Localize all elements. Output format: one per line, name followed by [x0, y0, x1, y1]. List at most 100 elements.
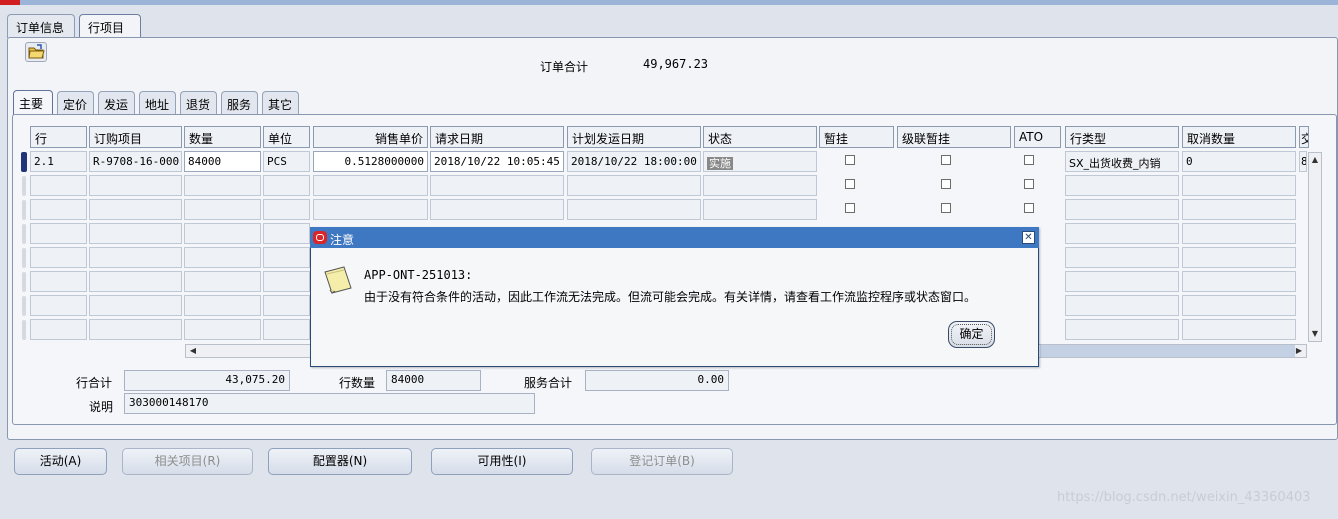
empty-cell[interactable] [184, 247, 261, 268]
empty-cell[interactable] [1065, 247, 1179, 268]
vertical-scrollbar[interactable]: ▲ ▼ [1308, 152, 1322, 342]
empty-cell[interactable] [184, 175, 261, 196]
hold-checkbox[interactable] [845, 179, 855, 189]
empty-cell[interactable] [263, 175, 310, 196]
row-selector[interactable] [22, 248, 26, 268]
activity-button[interactable]: 活动(A) [14, 448, 107, 475]
row-selector[interactable] [22, 296, 26, 316]
book-order-button[interactable]: 登记订单(B) [591, 448, 733, 475]
empty-cell[interactable] [313, 175, 428, 196]
scroll-left-icon[interactable]: ◀ [187, 345, 199, 357]
cell-uom[interactable]: PCS [263, 151, 310, 172]
tab-main[interactable]: 主要 [13, 90, 53, 115]
empty-cell[interactable] [703, 175, 817, 196]
empty-cell[interactable] [1182, 247, 1296, 268]
cell-unit-price[interactable]: 0.5128000000 [313, 151, 428, 172]
related-items-button[interactable]: 相关项目(R) [122, 448, 253, 475]
empty-cell[interactable] [30, 247, 87, 268]
empty-cell[interactable] [184, 271, 261, 292]
empty-cell[interactable] [89, 175, 182, 196]
ato-checkbox[interactable] [1024, 155, 1034, 165]
tab-pricing[interactable]: 定价 [57, 91, 94, 115]
cell-status[interactable]: 实施 [703, 151, 817, 172]
cascade-hold-checkbox[interactable] [941, 179, 951, 189]
tab-services[interactable]: 服务 [221, 91, 258, 115]
empty-cell[interactable] [1182, 271, 1296, 292]
cell-schedule-ship-date[interactable]: 2018/10/22 18:00:00 [567, 151, 701, 172]
empty-cell[interactable] [1065, 295, 1179, 316]
empty-cell[interactable] [263, 295, 310, 316]
empty-cell[interactable] [567, 175, 701, 196]
empty-cell[interactable] [263, 271, 310, 292]
horizontal-scroll-thumb[interactable] [1040, 345, 1295, 357]
configurator-button[interactable]: 配置器(N) [268, 448, 412, 475]
empty-cell[interactable] [30, 223, 87, 244]
empty-cell[interactable] [184, 223, 261, 244]
empty-cell[interactable] [89, 295, 182, 316]
description-field[interactable]: 303000148170 [124, 393, 535, 414]
empty-cell[interactable] [30, 319, 87, 340]
empty-cell[interactable] [89, 223, 182, 244]
current-row-indicator[interactable] [21, 152, 27, 172]
hold-checkbox[interactable] [845, 155, 855, 165]
empty-cell[interactable] [184, 295, 261, 316]
cascade-hold-checkbox[interactable] [941, 203, 951, 213]
tab-shipping[interactable]: 发运 [98, 91, 135, 115]
empty-cell[interactable] [430, 199, 564, 220]
cell-more[interactable]: 8 [1299, 151, 1307, 172]
empty-cell[interactable] [1065, 223, 1179, 244]
open-folder-button[interactable] [25, 42, 47, 62]
empty-cell[interactable] [263, 247, 310, 268]
empty-cell[interactable] [1182, 199, 1296, 220]
cell-line[interactable]: 2.1 [30, 151, 87, 172]
empty-cell[interactable] [30, 199, 87, 220]
line-count-field[interactable]: 84000 [386, 370, 481, 391]
availability-button[interactable]: 可用性(I) [431, 448, 573, 475]
row-selector[interactable] [22, 224, 26, 244]
empty-cell[interactable] [89, 319, 182, 340]
row-selector[interactable] [22, 200, 26, 220]
row-selector[interactable] [22, 320, 26, 340]
service-total-field[interactable]: 0.00 [585, 370, 729, 391]
empty-cell[interactable] [1182, 295, 1296, 316]
empty-cell[interactable] [1065, 319, 1179, 340]
empty-cell[interactable] [184, 319, 261, 340]
tab-address[interactable]: 地址 [139, 91, 176, 115]
cell-line-type[interactable]: SX_出货收费_内销 [1065, 151, 1179, 172]
tab-others[interactable]: 其它 [262, 91, 299, 115]
hold-checkbox[interactable] [845, 203, 855, 213]
scroll-up-icon[interactable]: ▲ [1309, 154, 1321, 166]
line-total-field[interactable]: 43,075.20 [124, 370, 290, 391]
empty-cell[interactable] [1065, 175, 1179, 196]
cascade-hold-checkbox[interactable] [941, 155, 951, 165]
tab-returns[interactable]: 退货 [180, 91, 217, 115]
empty-cell[interactable] [89, 271, 182, 292]
empty-cell[interactable] [184, 199, 261, 220]
tab-line-items[interactable]: 行项目 [79, 14, 141, 39]
cell-request-date[interactable]: 2018/10/22 10:05:45 [430, 151, 564, 172]
empty-cell[interactable] [1065, 199, 1179, 220]
cell-quantity[interactable]: 84000 [184, 151, 261, 172]
empty-cell[interactable] [30, 295, 87, 316]
empty-cell[interactable] [263, 223, 310, 244]
empty-cell[interactable] [1182, 175, 1296, 196]
empty-cell[interactable] [263, 199, 310, 220]
empty-cell[interactable] [89, 247, 182, 268]
empty-cell[interactable] [1065, 271, 1179, 292]
tab-order-info[interactable]: 订单信息 [7, 14, 75, 38]
cell-item[interactable]: R-9708-16-000 [89, 151, 182, 172]
empty-cell[interactable] [313, 199, 428, 220]
empty-cell[interactable] [567, 199, 701, 220]
ato-checkbox[interactable] [1024, 179, 1034, 189]
empty-cell[interactable] [89, 199, 182, 220]
cell-cancelled-qty[interactable]: 0 [1182, 151, 1296, 172]
ato-checkbox[interactable] [1024, 203, 1034, 213]
empty-cell[interactable] [1182, 223, 1296, 244]
row-selector[interactable] [22, 176, 26, 196]
empty-cell[interactable] [30, 271, 87, 292]
scroll-down-icon[interactable]: ▼ [1309, 328, 1321, 340]
empty-cell[interactable] [30, 175, 87, 196]
close-icon[interactable]: ✕ [1022, 231, 1035, 244]
empty-cell[interactable] [1182, 319, 1296, 340]
empty-cell[interactable] [703, 199, 817, 220]
